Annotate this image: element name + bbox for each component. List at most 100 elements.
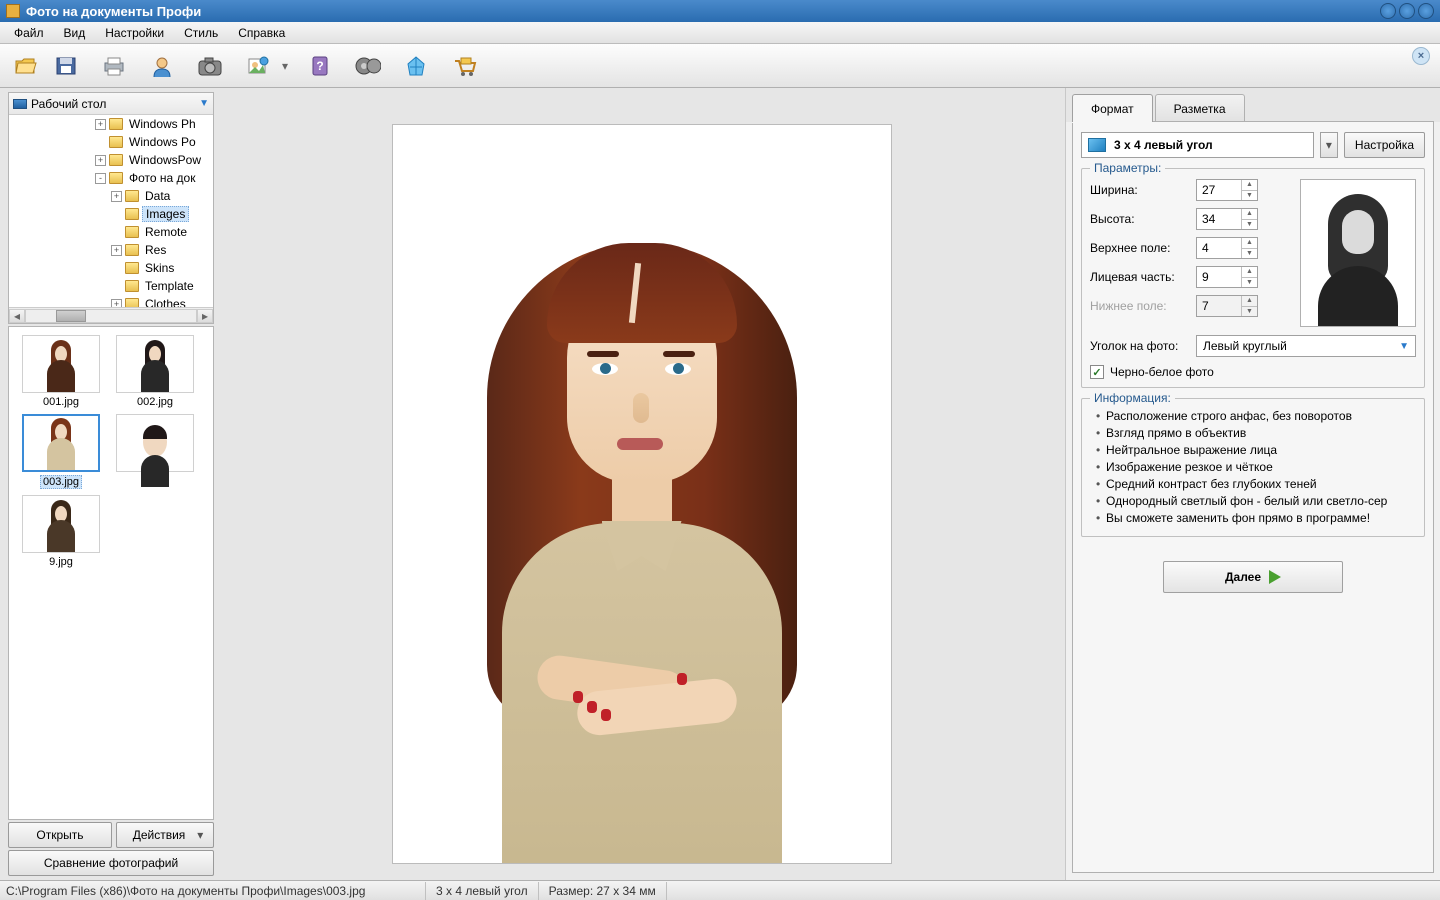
tree-node[interactable]: +Data (13, 187, 211, 205)
tree-node[interactable]: -Фото на док (13, 169, 211, 187)
print-button[interactable] (96, 49, 132, 83)
menubar: Файл Вид Настройки Стиль Справка (0, 22, 1440, 44)
format-icon (1088, 138, 1106, 152)
thumbnail-item[interactable]: 003.jpg (17, 414, 105, 489)
bottom-margin-value: 7 (1197, 296, 1241, 316)
close-button[interactable] (1418, 3, 1434, 19)
toolbar-close-icon[interactable]: × (1412, 47, 1430, 65)
top-margin-spinner[interactable]: 4▲▼ (1196, 237, 1258, 259)
help-button[interactable]: ? (302, 49, 338, 83)
photo-tool-dropdown[interactable]: ▾ (280, 59, 290, 73)
tree-node[interactable]: +Windows Ph (13, 115, 211, 133)
info-fieldset: Информация: Расположение строго анфас, б… (1081, 398, 1425, 537)
statusbar: C:\Program Files (x86)\Фото на документы… (0, 880, 1440, 900)
bw-checkbox[interactable]: ✓ (1090, 365, 1104, 379)
info-item: Расположение строго анфас, без поворотов (1094, 409, 1416, 426)
location-dropdown-icon[interactable]: ▼ (199, 98, 209, 109)
width-spinner[interactable]: 27▲▼ (1196, 179, 1258, 201)
info-item: Однородный светлый фон - белый или светл… (1094, 494, 1416, 511)
tab-content: 3 x 4 левый угол ▾ Настройка Параметры: … (1072, 121, 1434, 873)
tree-node[interactable]: Images (13, 205, 211, 223)
actions-button-label: Действия (133, 828, 186, 842)
height-value: 34 (1197, 209, 1241, 229)
info-item: Нейтральное выражение лица (1094, 443, 1416, 460)
info-item: Вы сможете заменить фон прямо в программ… (1094, 511, 1416, 528)
thumbnail-item[interactable]: 001.jpg (17, 335, 105, 408)
format-preview (1300, 179, 1416, 327)
top-margin-label: Верхнее поле: (1090, 241, 1190, 255)
arrow-right-icon (1269, 570, 1281, 584)
svg-text:?: ? (316, 59, 323, 73)
tree-node[interactable]: Remote (13, 223, 211, 241)
minimize-button[interactable] (1380, 3, 1396, 19)
tab-format[interactable]: Формат (1072, 94, 1153, 122)
save-button[interactable] (48, 49, 84, 83)
thumbnail-item[interactable]: 002.jpg (111, 335, 199, 408)
format-select-label: 3 x 4 левый угол (1114, 138, 1213, 152)
main-canvas-area (218, 88, 1065, 880)
tree-node[interactable]: Template (13, 277, 211, 295)
open-button[interactable]: Открыть (8, 822, 112, 848)
menu-help[interactable]: Справка (228, 24, 295, 42)
next-button[interactable]: Далее (1163, 561, 1343, 593)
tree-node[interactable]: Windows Po (13, 133, 211, 151)
width-value: 27 (1197, 180, 1241, 200)
next-button-label: Далее (1225, 570, 1261, 584)
user-tool-button[interactable] (144, 49, 180, 83)
globe-button[interactable] (398, 49, 434, 83)
video-button[interactable] (350, 49, 386, 83)
top-margin-value: 4 (1197, 238, 1241, 258)
status-path: C:\Program Files (x86)\Фото на документы… (6, 882, 426, 900)
corner-select[interactable]: Левый круглый▼ (1196, 335, 1416, 357)
camera-button[interactable] (192, 49, 228, 83)
format-select-dropdown[interactable]: ▾ (1320, 132, 1338, 158)
photo-canvas[interactable] (392, 124, 892, 864)
settings-button[interactable]: Настройка (1344, 132, 1425, 158)
tree-node[interactable]: +WindowsPow (13, 151, 211, 169)
compare-button[interactable]: Сравнение фотографий (8, 850, 214, 876)
app-icon (6, 4, 20, 18)
titlebar-text: Фото на документы Профи (26, 4, 1380, 19)
info-item: Изображение резкое и чёткое (1094, 460, 1416, 477)
info-legend: Информация: (1090, 391, 1175, 405)
face-value: 9 (1197, 267, 1241, 287)
actions-button[interactable]: Действия (116, 822, 214, 848)
location-bar[interactable]: Рабочий стол ▼ (9, 93, 213, 115)
bottom-margin-label: Нижнее поле: (1090, 299, 1190, 313)
width-label: Ширина: (1090, 183, 1190, 197)
tree-hscroll[interactable]: ◂▸ (9, 307, 213, 323)
maximize-button[interactable] (1399, 3, 1415, 19)
tree-node[interactable]: +Res (13, 241, 211, 259)
thumbnail-item[interactable]: 6.jpg (111, 414, 199, 489)
bw-label: Черно-белое фото (1110, 365, 1214, 379)
tree-node[interactable]: Skins (13, 259, 211, 277)
open-folder-button[interactable] (8, 49, 44, 83)
params-legend: Параметры: (1090, 161, 1165, 175)
height-label: Высота: (1090, 212, 1190, 226)
menu-file[interactable]: Файл (4, 24, 54, 42)
corner-value: Левый круглый (1203, 339, 1287, 353)
photo-tool-button[interactable] (240, 49, 276, 83)
info-item: Взгляд прямо в объектив (1094, 426, 1416, 443)
face-spinner[interactable]: 9▲▼ (1196, 266, 1258, 288)
window-buttons (1380, 3, 1434, 19)
format-select[interactable]: 3 x 4 левый угол (1081, 132, 1314, 158)
bw-checkbox-row[interactable]: ✓ Черно-белое фото (1090, 365, 1416, 379)
status-size: Размер: 27 x 34 мм (539, 882, 667, 900)
menu-view[interactable]: Вид (54, 24, 96, 42)
thumbnail-item[interactable]: 9.jpg (17, 495, 105, 568)
folder-tree-panel: Рабочий стол ▼ +Windows PhWindows Po+Win… (8, 92, 214, 324)
thumbnails-panel: 001.jpg002.jpg003.jpg6.jpg9.jpg (8, 326, 214, 820)
params-fieldset: Параметры: Ширина:27▲▼ Высота:34▲▼ Верхн… (1081, 168, 1425, 388)
toolbar: ▾ ? × (0, 44, 1440, 88)
folder-tree[interactable]: +Windows PhWindows Po+WindowsPow-Фото на… (9, 115, 213, 307)
status-format: 3 x 4 левый угол (426, 882, 539, 900)
menu-settings[interactable]: Настройки (95, 24, 174, 42)
cart-button[interactable] (446, 49, 482, 83)
menu-style[interactable]: Стиль (174, 24, 228, 42)
face-label: Лицевая часть: (1090, 270, 1190, 284)
tab-markup[interactable]: Разметка (1155, 94, 1245, 122)
tabs: Формат Разметка (1066, 88, 1440, 122)
height-spinner[interactable]: 34▲▼ (1196, 208, 1258, 230)
tree-node[interactable]: +Clothes (13, 295, 211, 307)
